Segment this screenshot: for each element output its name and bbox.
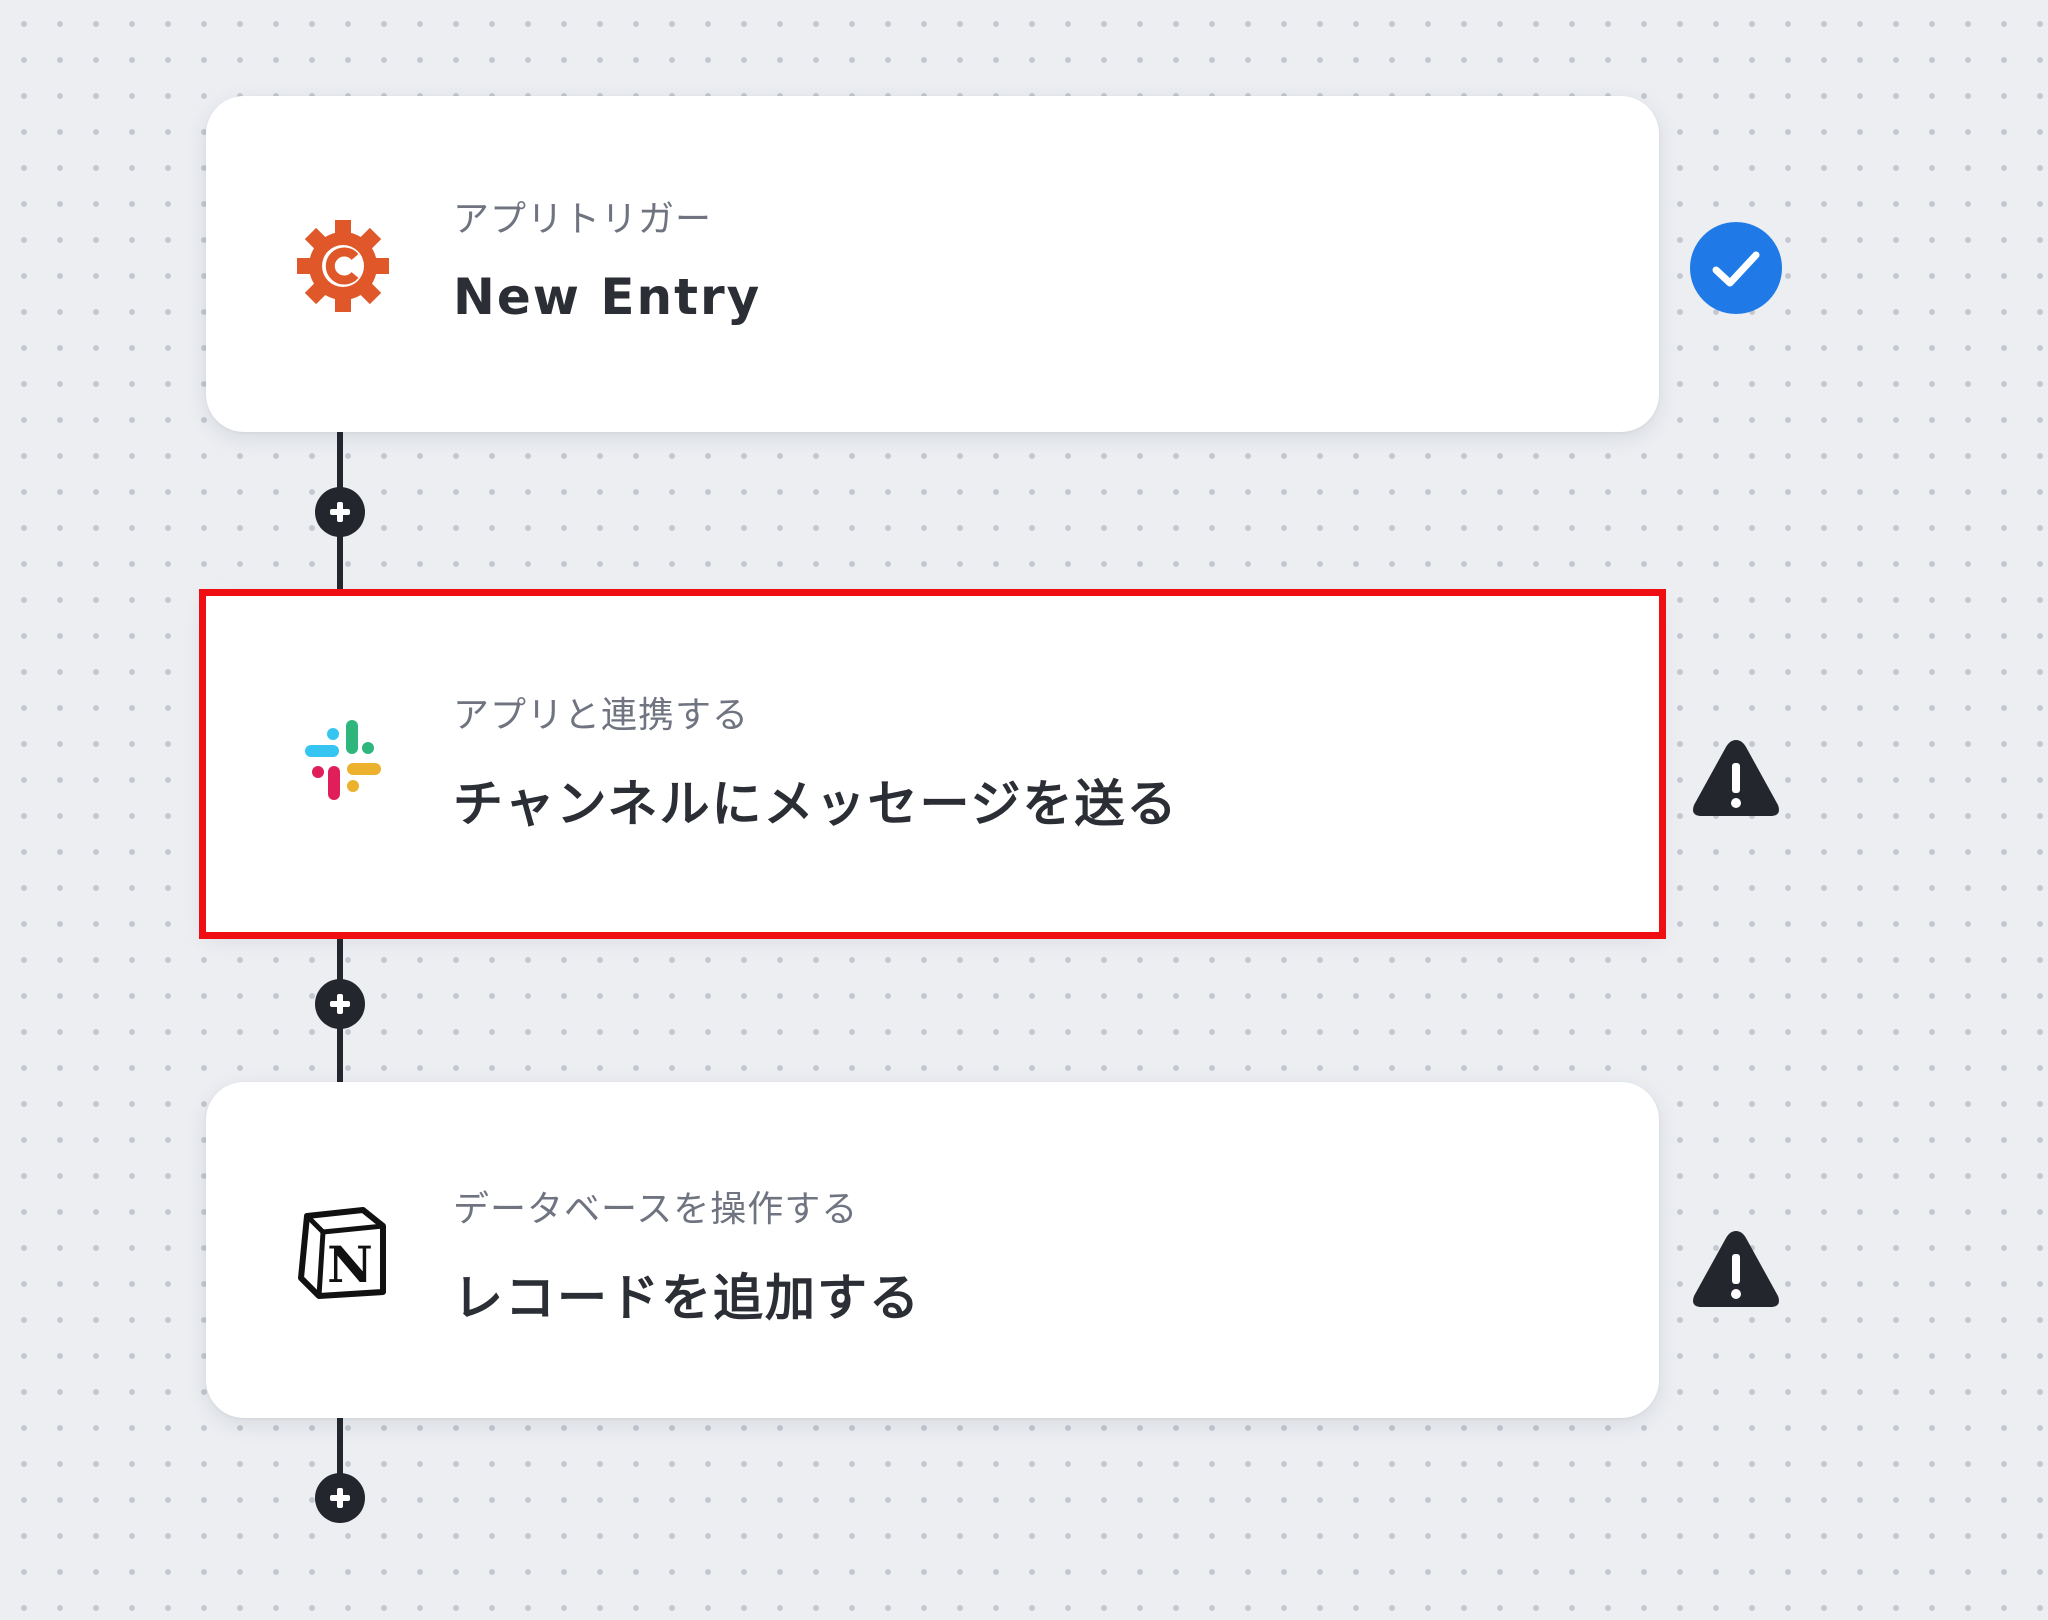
add-step-button[interactable] (315, 1473, 365, 1523)
cognito-forms-gear-icon (293, 216, 393, 316)
svg-text:N: N (327, 1235, 373, 1294)
step-title: レコードを追加する (453, 1269, 921, 1327)
step-card-slack[interactable]: アプリと連携する チャンネルにメッセージを送る (199, 589, 1666, 939)
notion-icon: N (293, 1200, 393, 1300)
slack-icon (293, 710, 393, 810)
step-card-trigger[interactable]: アプリトリガー New Entry (206, 96, 1659, 432)
check-circle-icon (1688, 220, 1784, 316)
add-step-button[interactable] (315, 979, 365, 1029)
workflow-canvas: アプリトリガー New Entry アプリと連携する チャンネルにメッセージを送… (0, 0, 2048, 1620)
step-title: New Entry (453, 268, 762, 326)
step-card-notion[interactable]: N データベースを操作する レコードを追加する (206, 1082, 1659, 1418)
step-title: チャンネルにメッセージを送る (453, 775, 1179, 833)
warning-triangle-icon[interactable] (1688, 1221, 1784, 1317)
step-category-label: データベースを操作する (453, 1189, 859, 1230)
step-category-label: アプリと連携する (453, 695, 750, 736)
add-step-button[interactable] (315, 487, 365, 537)
step-category-label: アプリトリガー (453, 199, 713, 240)
warning-triangle-icon[interactable] (1688, 730, 1784, 826)
